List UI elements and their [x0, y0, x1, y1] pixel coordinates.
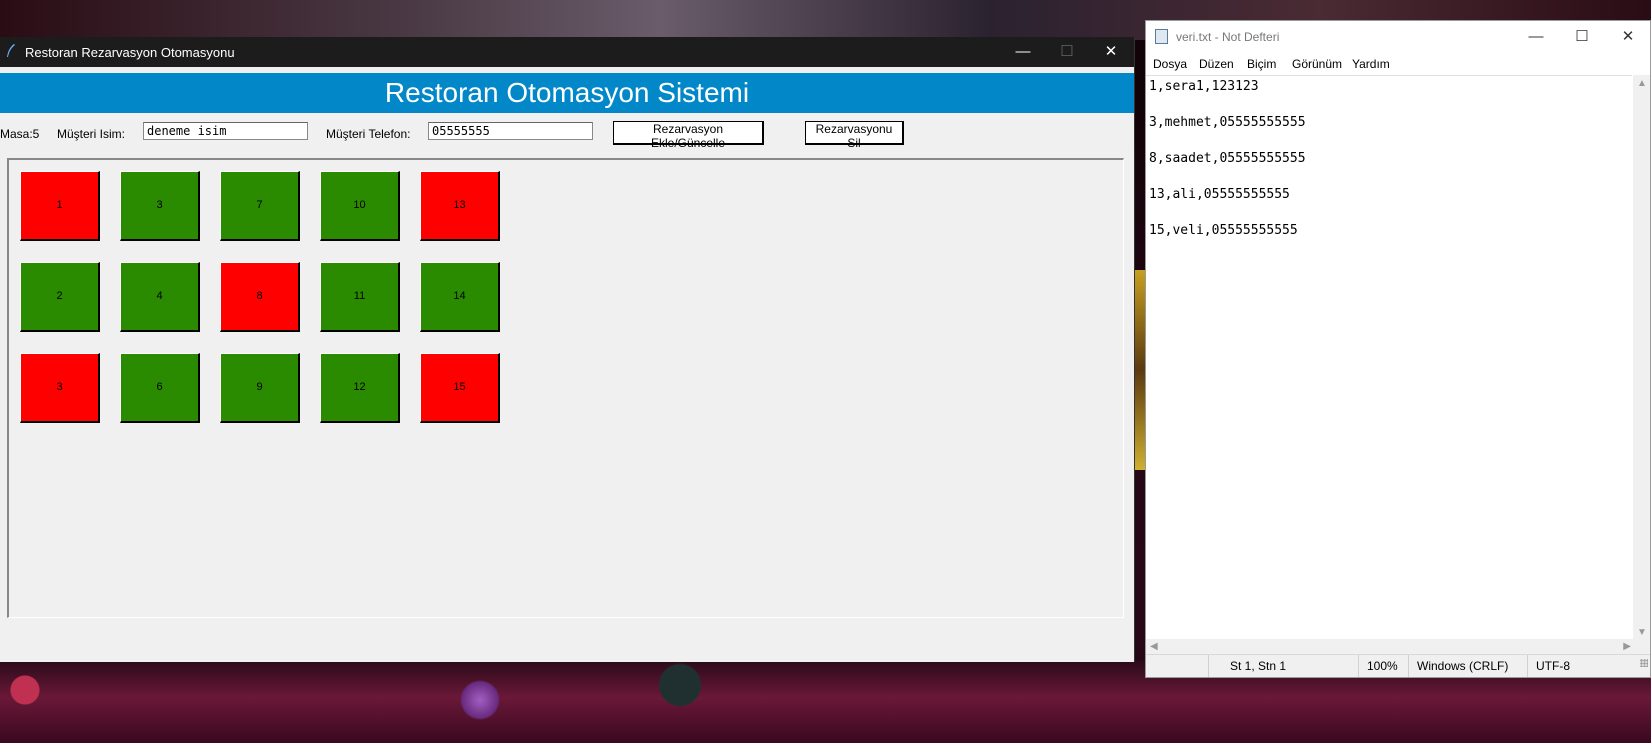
notepad-title: veri.txt - Not Defteri — [1176, 30, 1280, 44]
minimize-icon[interactable]: — — [1000, 37, 1046, 67]
table-button-7-free[interactable]: 7 — [220, 171, 300, 241]
customer-phone-input[interactable] — [428, 122, 593, 140]
customer-name-input[interactable] — [143, 122, 308, 140]
close-icon[interactable]: ✕ — [1088, 37, 1134, 67]
scroll-down-icon[interactable]: ▼ — [1637, 627, 1647, 638]
reservation-form: Masa:5 Müşteri Isim: Müşteri Telefon: Re… — [0, 113, 1134, 155]
notepad-menubar: Dosya Düzen Biçim Görünüm Yardım — [1146, 53, 1650, 75]
menu-gorunum[interactable]: Görünüm — [1292, 57, 1342, 71]
table-button-9-free[interactable]: 9 — [220, 353, 300, 423]
add-update-reservation-button[interactable]: Rezarvasyon Ekle/Güncelle — [613, 121, 764, 150]
table-button-11-free[interactable]: 11 — [320, 262, 400, 332]
status-separator — [1527, 655, 1528, 677]
notepad-icon — [1155, 29, 1168, 44]
scroll-left-icon[interactable]: ◀ — [1150, 641, 1158, 652]
menu-bicim[interactable]: Biçim — [1247, 57, 1276, 71]
notepad-titlebar[interactable]: veri.txt - Not Defteri — ☐ ✕ — [1146, 21, 1650, 53]
notepad-window: veri.txt - Not Defteri — ☐ ✕ Dosya Düzen… — [1145, 20, 1651, 678]
table-number-label: Masa:5 — [0, 127, 40, 141]
vertical-scrollbar[interactable]: ▲ ▼ — [1633, 75, 1650, 660]
status-line-ending: Windows (CRLF) — [1417, 659, 1509, 673]
menu-dosya[interactable]: Dosya — [1153, 57, 1187, 71]
table-button-10-free[interactable]: 10 — [320, 171, 400, 241]
notepad-close-icon[interactable]: ✕ — [1605, 21, 1651, 53]
delete-reservation-button[interactable]: Rezarvasyonu Sil — [805, 121, 904, 150]
notepad-text-area[interactable]: 1,sera1,123123 3,mehmet,05555555555 8,sa… — [1146, 75, 1632, 661]
customer-name-label: Müşteri Isim: — [57, 127, 126, 141]
table-button-12-free[interactable]: 12 — [320, 353, 400, 423]
status-separator — [1358, 655, 1359, 677]
text-line-5: 8,saadet,05555555555 — [1149, 151, 1306, 166]
table-button-6-free[interactable]: 6 — [120, 353, 200, 423]
tables-area: 1 3 7 10 13 2 4 8 11 14 3 6 9 12 15 — [7, 158, 1124, 618]
status-encoding: UTF-8 — [1536, 659, 1570, 673]
customer-phone-label: Müşteri Telefon: — [326, 127, 411, 141]
table-button-14-free[interactable]: 14 — [420, 262, 500, 332]
app-banner: Restoran Otomasyon Sistemi — [0, 73, 1134, 113]
table-button-1-reserved[interactable]: 1 — [20, 171, 100, 241]
notepad-statusbar: St 1, Stn 1 100% Windows (CRLF) UTF-8 — [1146, 654, 1650, 677]
restaurant-app-window: Restoran Rezarvasyon Otomasyonu — ☐ ✕ Re… — [0, 37, 1135, 662]
scroll-up-icon[interactable]: ▲ — [1637, 78, 1647, 89]
text-line-1: 1,sera1,123123 — [1149, 79, 1259, 94]
table-button-3-reserved[interactable]: 3 — [20, 353, 100, 423]
text-line-7: 13,ali,05555555555 — [1149, 187, 1290, 202]
maximize-icon: ☐ — [1060, 43, 1074, 60]
menu-yardim[interactable]: Yardım — [1352, 57, 1390, 71]
resize-grip-icon[interactable] — [1640, 659, 1648, 667]
scroll-right-icon[interactable]: ▶ — [1623, 641, 1631, 652]
table-button-3-free[interactable]: 3 — [120, 171, 200, 241]
text-line-3: 3,mehmet,05555555555 — [1149, 115, 1306, 130]
status-cursor-position: St 1, Stn 1 — [1230, 659, 1287, 673]
text-line-9: 15,veli,05555555555 — [1149, 223, 1298, 238]
table-button-8-reserved[interactable]: 8 — [220, 262, 300, 332]
app-titlebar[interactable]: Restoran Rezarvasyon Otomasyonu — ☐ ✕ — [0, 37, 1134, 67]
table-button-2-free[interactable]: 2 — [20, 262, 100, 332]
status-separator — [1208, 655, 1209, 677]
table-button-15-reserved[interactable]: 15 — [420, 353, 500, 423]
app-title: Restoran Rezarvasyon Otomasyonu — [25, 45, 235, 60]
table-button-4-free[interactable]: 4 — [120, 262, 200, 332]
notepad-maximize-icon[interactable]: ☐ — [1559, 21, 1605, 53]
notepad-minimize-icon[interactable]: — — [1513, 21, 1559, 53]
table-button-13-reserved[interactable]: 13 — [420, 171, 500, 241]
tk-feather-icon — [7, 44, 15, 57]
status-zoom: 100% — [1367, 659, 1398, 673]
menu-duzen[interactable]: Düzen — [1199, 57, 1234, 71]
status-separator — [1408, 655, 1409, 677]
